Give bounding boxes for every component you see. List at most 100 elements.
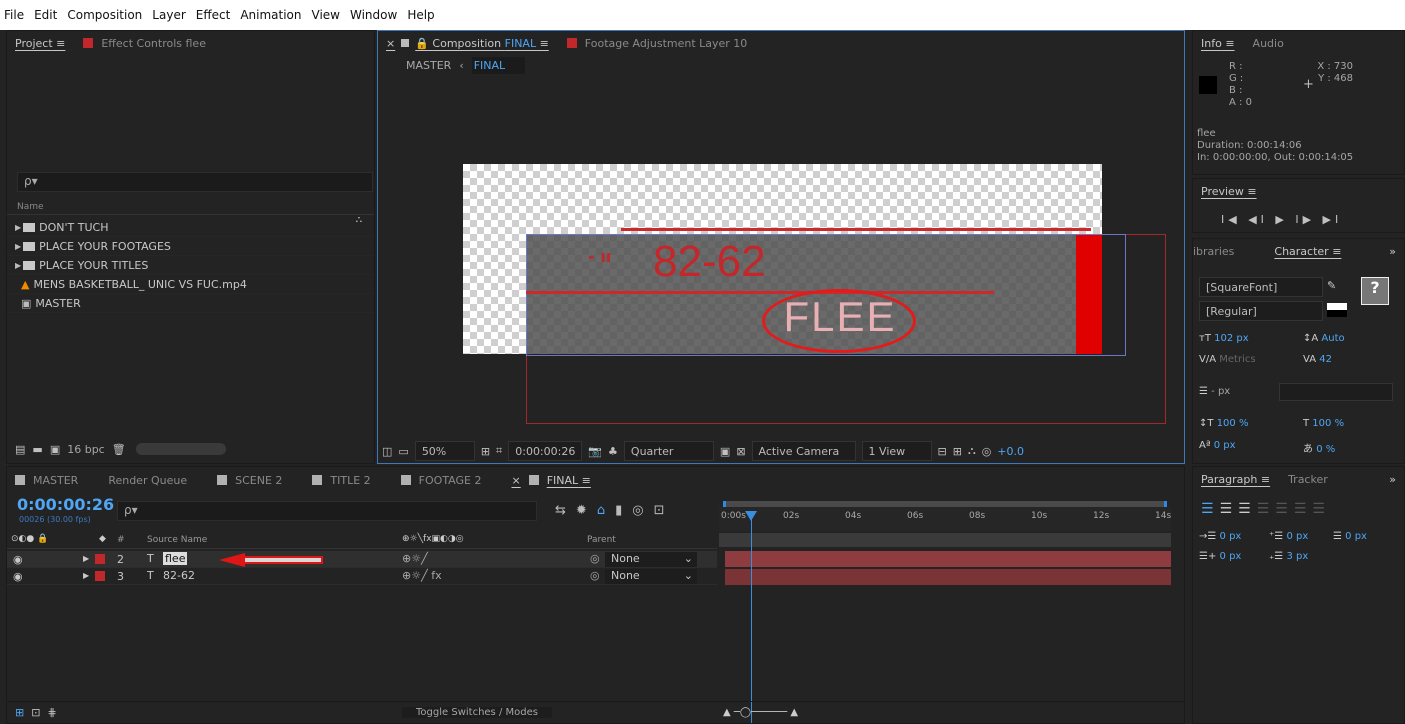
resolution-select[interactable]: Quarter [623,441,714,461]
new-comp-icon[interactable]: ▣ [50,443,60,456]
kerning[interactable]: V/A Metrics [1199,354,1256,365]
timeline-search-input[interactable]: ρ▾ [117,501,537,521]
tab-paragraph[interactable]: Paragraph ≡ [1201,473,1270,486]
indent-left[interactable]: →☰ 0 px [1199,531,1241,542]
panel-overflow-icon[interactable]: » [1389,473,1396,486]
menu-window[interactable]: Window [350,8,397,22]
tsume[interactable]: あ 0 % [1303,440,1335,455]
crumb-final[interactable]: FINAL [471,56,526,74]
tab-project[interactable]: Project ≡ [15,37,65,50]
camera-icon[interactable]: 📷 [588,445,602,458]
baseline-shift[interactable]: Aª 0 px [1199,440,1236,451]
grid-icon[interactable]: ⊞ [481,445,490,458]
justify-right-icon[interactable]: ☰ [1294,501,1313,517]
playhead-handle[interactable] [745,511,757,521]
shy-icon[interactable]: ⌂ [597,503,615,518]
frame-blend-icon[interactable]: ▮ [615,503,632,518]
time-ruler[interactable]: 0:00s 02s 04s 06s 08s 10s 12s 14s [719,507,1171,531]
leading[interactable]: ↕A Auto [1303,333,1345,344]
transparency-grid-icon[interactable]: ⊠ [736,445,745,458]
tab-footage[interactable]: Footage Adjustment Layer 10 [566,37,747,50]
layer-label-swatch[interactable] [95,571,105,581]
snapshot-toggle-icon[interactable]: ◫ [382,445,392,458]
justify-center-icon[interactable]: ☰ [1275,501,1294,517]
tab-preview[interactable]: Preview ≡ [1201,185,1257,198]
tab-effect-controls[interactable]: Effect Controls flee [83,37,206,50]
current-time[interactable]: 0:00:00:26 [17,495,114,514]
project-scrollbar[interactable] [135,443,226,455]
horizontal-scale[interactable]: T 100 % [1303,418,1344,429]
playhead[interactable] [751,511,752,723]
comp-mini-flowchart-icon[interactable]: ⇆ [555,503,576,518]
expand-arrow-icon[interactable]: ▶ [83,571,89,580]
close-icon[interactable]: × [511,474,520,487]
work-area-bar[interactable] [723,501,1167,507]
region-icon[interactable]: ⌗ [496,444,502,458]
eye-icon[interactable]: ◉ [13,553,23,566]
layer-row[interactable]: ◉ ▶ 3 T 82-62 ⊕☼╱ fx ◎ None ⌄ [7,568,717,585]
graph-editor-icon[interactable]: ⊡ [654,503,675,518]
playback-controls[interactable]: I◀ ◀I ▶ I▶ ▶I [1221,213,1342,226]
layer-bar-score[interactable] [725,569,1171,585]
panel-overflow-icon[interactable]: » [1389,245,1396,258]
project-item[interactable]: ▶ DON'T TUCH [7,218,374,237]
space-before[interactable]: ⁺☰ 0 px [1269,531,1308,542]
project-item[interactable]: ▣ MASTER [7,294,374,313]
menu-edit[interactable]: Edit [34,8,57,22]
pickwhip-icon[interactable]: ◎ [590,569,600,582]
font-style-select[interactable]: [Regular] [1199,301,1323,321]
project-item[interactable]: ▶ PLACE YOUR FOOTAGES [7,237,374,256]
layer-row[interactable]: ◉ ▶ 2 Tflee ⊕☼╱ ◎ None ⌄ [7,551,717,568]
menu-file[interactable]: File [4,8,24,22]
layer-label-swatch[interactable] [95,554,105,564]
indent-right[interactable]: ☰ 0 px [1333,531,1367,542]
tab-character[interactable]: Character ≡ [1274,245,1341,258]
font-family-select[interactable]: [SquareFont] [1199,277,1323,297]
align-right-icon[interactable]: ☰ [1238,501,1257,517]
layer-bar-flee[interactable] [725,551,1171,567]
new-folder-icon[interactable]: ▬ [32,443,42,456]
tab-audio[interactable]: Audio [1253,37,1284,50]
menu-effect[interactable]: Effect [196,8,231,22]
render-icon[interactable]: ⋕ [47,706,56,719]
monitor-icon[interactable]: ▭ [398,445,408,458]
menu-help[interactable]: Help [407,8,434,22]
justify-left-icon[interactable]: ☰ [1257,501,1276,517]
views-select[interactable]: 1 View [861,441,932,461]
menu-animation[interactable]: Animation [240,8,301,22]
menu-view[interactable]: View [312,8,340,22]
layer-name[interactable]: 82-62 [163,569,195,582]
eye-icon[interactable]: ◉ [13,570,23,583]
toggle-switches-modes[interactable]: Toggle Switches / Modes [402,707,552,718]
crumb-master[interactable]: MASTER [406,59,451,72]
expand-arrow-icon[interactable]: ▶ [15,242,21,251]
timeline-tab[interactable]: Render Queue [108,474,187,487]
layer-name[interactable]: flee [163,552,188,565]
parent-select[interactable]: None ⌄ [605,552,697,567]
tab-tracker[interactable]: Tracker [1288,473,1328,486]
align-left-icon[interactable]: ☰ [1201,501,1220,517]
tab-composition[interactable]: × 🔒 Composition FINAL ≡ [386,37,549,50]
timeline-tab[interactable]: × FINAL ≡ [511,474,590,487]
menu-composition[interactable]: Composition [67,8,142,22]
fill-stroke-swatch[interactable]: ? [1361,277,1389,305]
motion-blur-icon[interactable]: ◎ [632,503,653,518]
timeline-tab[interactable]: FOOTAGE 2 [400,474,481,487]
align-center-icon[interactable]: ☰ [1220,501,1239,517]
tab-info[interactable]: Info ≡ [1201,37,1235,50]
timecode-field[interactable]: 0:00:00:26 [508,441,583,461]
draft-3d-icon[interactable]: ✹ [576,503,597,518]
camera-select[interactable]: Active Camera [751,441,856,461]
pickwhip-icon[interactable]: ◎ [590,552,600,565]
timeline-tab[interactable]: MASTER [15,474,78,487]
flowchart-icon[interactable]: ⛬ [968,444,976,458]
exposure-value[interactable]: +0.0 [997,445,1024,458]
time-graph[interactable]: 0:00s 02s 04s 06s 08s 10s 12s 14s [719,497,1171,723]
lock-icon[interactable]: 🔒 [415,37,429,50]
eyedropper-icon[interactable]: ✎ [1327,279,1336,292]
project-column-header[interactable]: Name ⛬ [7,200,374,225]
project-item[interactable]: ▲ MENS BASKETBALL_ UNIC VS FUC.mp4 [7,275,374,294]
justify-all-icon[interactable]: ☰ [1312,501,1331,517]
reset-exposure-icon[interactable]: ◎ [982,445,992,458]
layer-switches[interactable]: ⊕☼╱ [402,552,428,565]
